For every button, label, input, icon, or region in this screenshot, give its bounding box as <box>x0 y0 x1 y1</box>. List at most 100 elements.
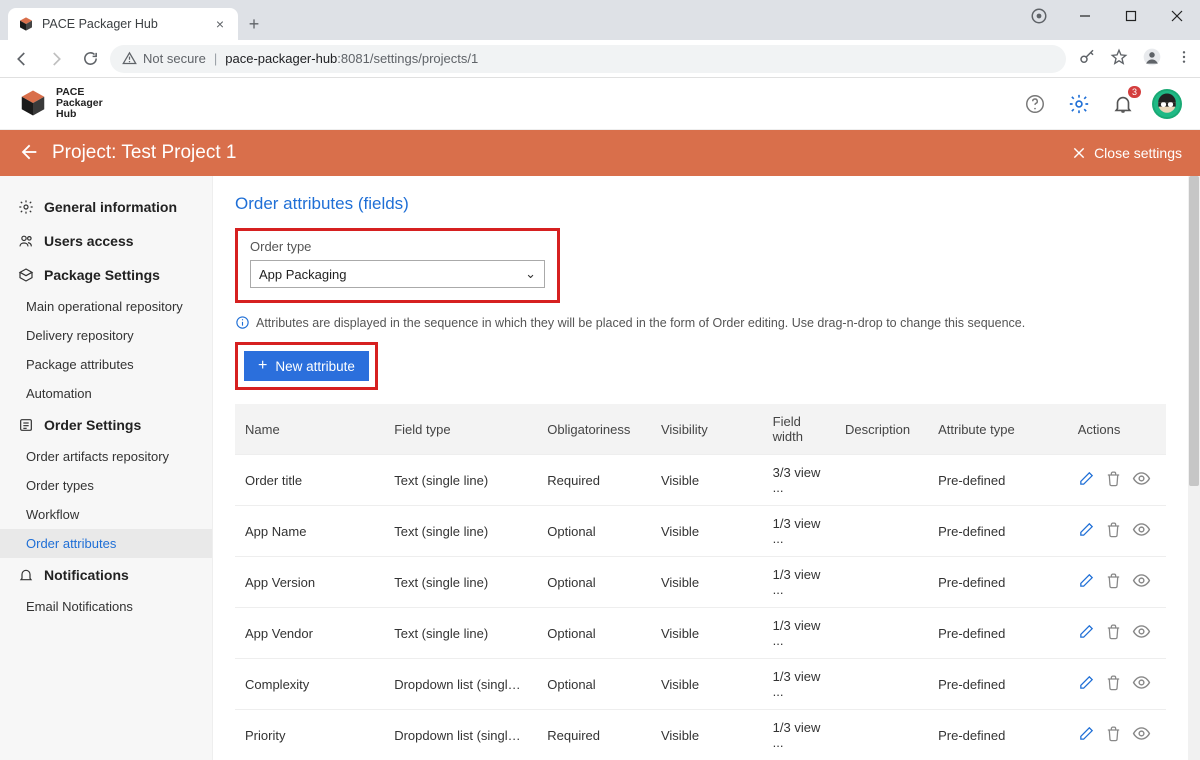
sidebar-item-workflow[interactable]: Workflow <box>0 500 212 529</box>
user-avatar[interactable] <box>1152 89 1182 119</box>
notifications-button[interactable]: 3 <box>1108 89 1138 119</box>
sidebar-item-main-repo[interactable]: Main operational repository <box>0 292 212 321</box>
address-bar[interactable]: Not secure | pace-packager-hub:8081/sett… <box>110 45 1066 73</box>
new-attribute-button[interactable]: + New attribute <box>244 351 369 381</box>
cell-field-width: 1/3 view ... <box>763 659 835 710</box>
brand-logo[interactable]: PACE Packager Hub <box>18 87 103 120</box>
col-visibility[interactable]: Visibility <box>651 404 763 455</box>
window-controls <box>1016 0 1200 32</box>
tab-close-icon[interactable]: × <box>212 16 228 32</box>
col-field-width[interactable]: Field width <box>763 404 835 455</box>
edit-icon[interactable] <box>1078 674 1095 694</box>
sidebar-item-delivery-repo[interactable]: Delivery repository <box>0 321 212 350</box>
users-icon <box>18 233 34 249</box>
col-field-type[interactable]: Field type <box>384 404 537 455</box>
help-button[interactable] <box>1020 89 1050 119</box>
kebab-menu-icon[interactable] <box>1176 49 1192 68</box>
tab-title: PACE Packager Hub <box>42 17 204 31</box>
col-name[interactable]: Name <box>235 404 384 455</box>
header-tools: 3 <box>1020 89 1182 119</box>
bookmark-star-icon[interactable] <box>1110 48 1128 69</box>
sidebar-group-general[interactable]: General information <box>0 190 212 224</box>
cell-visibility: Visible <box>661 677 749 692</box>
nav-forward-button[interactable] <box>42 45 70 73</box>
col-description[interactable]: Description <box>835 404 928 455</box>
edit-icon[interactable] <box>1078 521 1095 541</box>
table-row[interactable]: App VendorText (single line)OptionalVisi… <box>235 608 1166 659</box>
edit-icon[interactable] <box>1078 572 1095 592</box>
eye-icon[interactable] <box>1132 673 1151 695</box>
table-row[interactable]: App NameText (single line)OptionalVisibl… <box>235 506 1166 557</box>
sidebar-group-order-settings[interactable]: Order Settings <box>0 408 212 442</box>
cell-name: App Vendor <box>245 626 373 641</box>
sidebar-item-order-artifacts-repo[interactable]: Order artifacts repository <box>0 442 212 471</box>
edit-icon[interactable] <box>1078 623 1095 643</box>
sidebar-item-order-types[interactable]: Order types <box>0 471 212 500</box>
cell-obligatoriness: Optional <box>537 557 651 608</box>
sidebar-group-users[interactable]: Users access <box>0 224 212 258</box>
eye-icon[interactable] <box>1132 622 1151 644</box>
sidebar-item-email-notifications[interactable]: Email Notifications <box>0 592 212 621</box>
edit-icon[interactable] <box>1078 725 1095 745</box>
cell-description <box>835 710 928 760</box>
cell-description <box>835 557 928 608</box>
cell-name: App Version <box>245 575 373 590</box>
close-settings-label: Close settings <box>1094 145 1182 161</box>
bell-icon <box>18 567 34 583</box>
window-close-button[interactable] <box>1154 0 1200 32</box>
trash-icon[interactable] <box>1105 674 1122 694</box>
edit-icon[interactable] <box>1078 470 1095 490</box>
sidebar-item-automation[interactable]: Automation <box>0 379 212 408</box>
eye-icon[interactable] <box>1132 571 1151 593</box>
scrollbar-track[interactable] <box>1188 176 1200 760</box>
trash-icon[interactable] <box>1105 521 1122 541</box>
col-attribute-type[interactable]: Attribute type <box>928 404 1068 455</box>
table-row[interactable]: PriorityDropdown list (single c...Requir… <box>235 710 1166 760</box>
sidebar-group-package-settings[interactable]: Package Settings <box>0 258 212 292</box>
eye-icon[interactable] <box>1132 520 1151 542</box>
eye-icon[interactable] <box>1132 724 1151 746</box>
attributes-table: Name Field type Obligatoriness Visibilit… <box>235 404 1166 760</box>
profile-avatar-icon[interactable] <box>1142 47 1162 70</box>
cell-obligatoriness: Optional <box>537 506 651 557</box>
trash-icon[interactable] <box>1105 572 1122 592</box>
order-type-label: Order type <box>250 239 545 254</box>
scrollbar-thumb[interactable] <box>1189 176 1199 486</box>
table-row[interactable]: App VersionText (single line)OptionalVis… <box>235 557 1166 608</box>
trash-icon[interactable] <box>1105 725 1122 745</box>
sidebar-item-order-attributes[interactable]: Order attributes <box>0 529 212 558</box>
eye-icon[interactable] <box>1132 469 1151 491</box>
table-row[interactable]: ComplexityDropdown list (single c...Opti… <box>235 659 1166 710</box>
password-key-icon[interactable] <box>1078 48 1096 69</box>
nav-reload-button[interactable] <box>76 45 104 73</box>
not-secure-indicator[interactable]: Not secure <box>122 51 206 66</box>
window-minimize-button[interactable] <box>1062 0 1108 32</box>
guest-circle-icon[interactable] <box>1016 0 1062 32</box>
project-title: Project: Test Project 1 <box>52 142 236 164</box>
cell-name: Priority <box>245 728 373 743</box>
cell-visibility: Visible <box>661 524 749 539</box>
sidebar-item-package-attributes[interactable]: Package attributes <box>0 350 212 379</box>
col-actions[interactable]: Actions <box>1068 404 1166 455</box>
order-type-value: App Packaging <box>259 267 346 282</box>
gear-icon <box>18 199 34 215</box>
cell-obligatoriness: Optional <box>537 608 651 659</box>
order-type-highlight: Order type App Packaging ⌄ <box>235 228 560 303</box>
cell-obligatoriness: Required <box>537 710 651 760</box>
browser-toolbar: Not secure | pace-packager-hub:8081/sett… <box>0 40 1200 78</box>
cell-attribute-type: Pre-defined <box>928 557 1068 608</box>
new-tab-button[interactable]: + <box>238 8 270 40</box>
nav-back-button[interactable] <box>8 45 36 73</box>
new-attribute-label: New attribute <box>275 359 355 374</box>
settings-button[interactable] <box>1064 89 1094 119</box>
table-row[interactable]: Order titleText (single line)RequiredVis… <box>235 455 1166 506</box>
back-arrow-icon[interactable] <box>18 142 38 165</box>
trash-icon[interactable] <box>1105 470 1122 490</box>
order-type-select[interactable]: App Packaging ⌄ <box>250 260 545 288</box>
window-maximize-button[interactable] <box>1108 0 1154 32</box>
trash-icon[interactable] <box>1105 623 1122 643</box>
sidebar-group-notifications[interactable]: Notifications <box>0 558 212 592</box>
col-obligatoriness[interactable]: Obligatoriness <box>537 404 651 455</box>
browser-tab-active[interactable]: PACE Packager Hub × <box>8 8 238 40</box>
close-settings-button[interactable]: Close settings <box>1072 145 1182 161</box>
